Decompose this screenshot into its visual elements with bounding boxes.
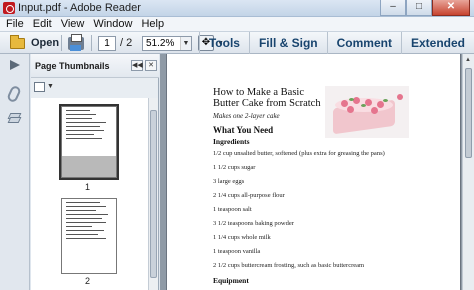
menu-view[interactable]: View xyxy=(61,17,85,31)
thumbnail-panel: Page Thumbnails ◀◀ ✕ ▼ 1 2 xyxy=(31,54,159,290)
print-button[interactable] xyxy=(68,32,84,54)
viewport-indicator xyxy=(62,156,116,177)
options-icon[interactable] xyxy=(34,82,45,92)
collapse-handle[interactable] xyxy=(0,54,30,80)
document-page: How to Make a Basic Butter Cake from Scr… xyxy=(166,54,461,290)
task-pane-tabs: Tools Fill & Sign Comment Extended xyxy=(198,32,474,54)
thumbnail-label-1: 1 xyxy=(85,182,91,192)
thumbnail-scrollbar[interactable] xyxy=(148,98,158,290)
close-button[interactable]: ✕ xyxy=(432,0,470,16)
ingredient-item: 1 teaspoon vanilla xyxy=(213,248,261,255)
tab-comment[interactable]: Comment xyxy=(326,32,401,54)
menu-window[interactable]: Window xyxy=(93,17,132,31)
scrollbar-thumb[interactable] xyxy=(465,68,472,158)
options-bar: ▼ xyxy=(31,79,159,97)
panel-header: Page Thumbnails ◀◀ ✕ xyxy=(31,54,159,78)
ingredient-item: 1/2 cup unsalted butter, softened (plus … xyxy=(213,150,385,157)
close-panel-button[interactable]: ✕ xyxy=(145,60,157,71)
ingredient-item: 3 1/2 teaspoons baking powder xyxy=(213,220,294,227)
zoom-value: 51.2% xyxy=(146,38,175,49)
section-heading: What You Need xyxy=(213,125,274,135)
window-controls: – □ ✕ xyxy=(380,0,470,16)
document-scrollbar[interactable]: ▲ xyxy=(462,54,474,290)
ingredient-item: 2 1/2 cups buttercream frosting, such as… xyxy=(213,262,365,269)
window-title: Input.pdf - Adobe Reader xyxy=(18,2,141,14)
tab-fill-sign[interactable]: Fill & Sign xyxy=(248,32,327,54)
page-number-input[interactable]: 1 xyxy=(98,36,116,51)
zoom-select[interactable]: 51.2% ▼ xyxy=(142,36,192,51)
paperclip-icon[interactable] xyxy=(6,84,22,104)
menu-edit[interactable]: Edit xyxy=(33,17,52,31)
ingredient-item: 1 teaspoon salt xyxy=(213,206,252,213)
document-view[interactable]: How to Make a Basic Butter Cake from Scr… xyxy=(160,54,474,290)
printer-icon xyxy=(68,33,84,51)
document-title: How to Make a Basic Butter Cake from Scr… xyxy=(213,87,321,109)
document-subtitle: Makes one 2-layer cake xyxy=(213,112,280,120)
scroll-up-icon[interactable]: ▲ xyxy=(465,57,471,63)
layers-icon[interactable] xyxy=(7,112,22,127)
chevron-down-icon[interactable]: ▼ xyxy=(180,37,191,50)
minimize-button[interactable]: – xyxy=(380,0,406,16)
ingredients-heading: Ingredients xyxy=(213,137,250,146)
chevron-down-icon[interactable]: ▼ xyxy=(47,83,54,90)
menu-help[interactable]: Help xyxy=(141,17,164,31)
ingredient-item: 1 1/2 cups sugar xyxy=(213,164,256,171)
arrow-icon xyxy=(10,60,20,70)
maximize-button[interactable]: □ xyxy=(406,0,432,16)
open-label: Open xyxy=(31,37,60,49)
tab-tools[interactable]: Tools xyxy=(198,32,249,54)
menu-file[interactable]: File xyxy=(6,17,24,31)
tab-extended[interactable]: Extended xyxy=(400,32,474,54)
menu-bar: File Edit View Window Help xyxy=(0,17,474,32)
page-thumbnail-1[interactable] xyxy=(59,104,119,180)
equipment-heading: Equipment xyxy=(213,276,249,285)
thumbnail-label-2: 2 xyxy=(85,276,91,286)
folder-icon xyxy=(10,34,25,49)
page-total: / 2 xyxy=(120,37,133,49)
ingredient-item: 1 1/4 cups whole milk xyxy=(213,234,271,241)
toolbar: Open 1 / 2 51.2% ▼ ✥ ▼ Tools Fill & Sign… xyxy=(0,32,474,54)
toolbar-divider xyxy=(61,35,62,51)
ingredient-item: 3 large eggs xyxy=(213,178,245,185)
title-bar: Input.pdf - Adobe Reader – □ ✕ xyxy=(0,0,474,17)
adobe-reader-icon xyxy=(3,2,15,14)
cake-image xyxy=(325,86,409,138)
thumbnail-list: 1 2 xyxy=(31,98,149,290)
collapse-panel-button[interactable]: ◀◀ xyxy=(131,60,143,71)
open-button[interactable]: Open xyxy=(10,32,59,54)
toolbar-divider xyxy=(91,35,92,51)
page-thumbnail-2[interactable] xyxy=(61,198,117,274)
scrollbar-thumb[interactable] xyxy=(150,110,157,278)
ingredient-item: 2 1/4 cups all-purpose flour xyxy=(213,192,285,199)
navigation-pane-strip xyxy=(0,54,30,290)
panel-title: Page Thumbnails xyxy=(35,61,110,71)
